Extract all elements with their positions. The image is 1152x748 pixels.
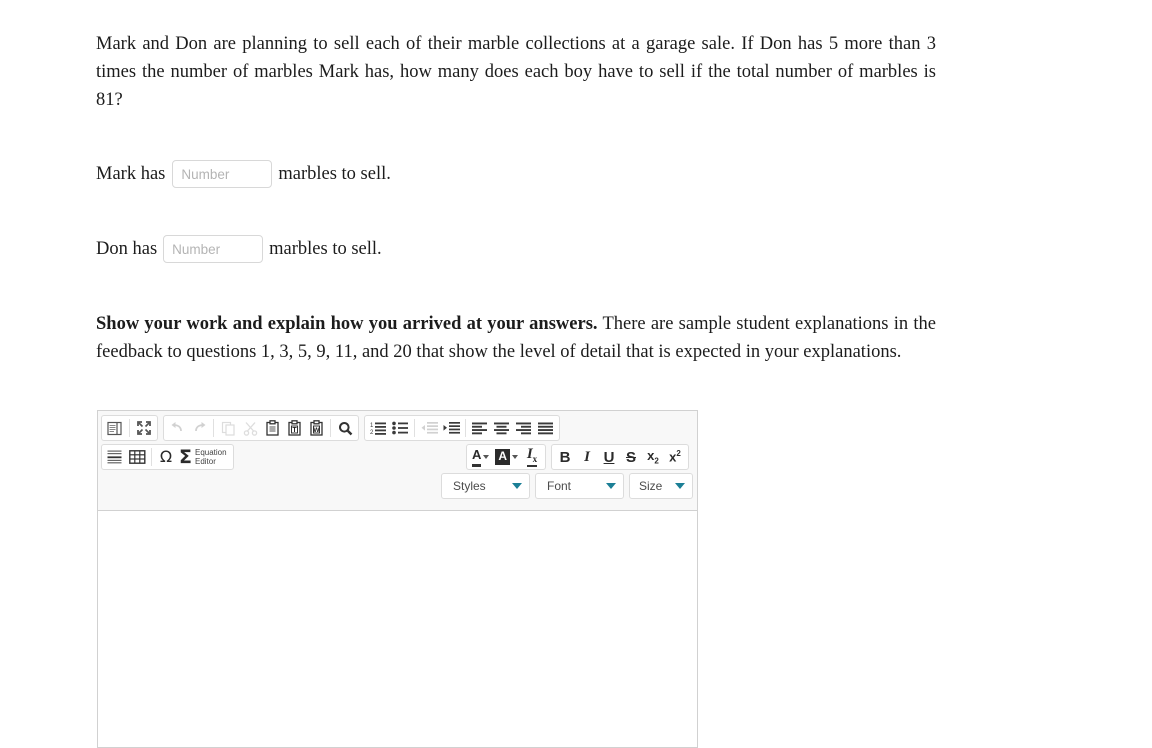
background-color-glyph: A	[495, 449, 510, 465]
paste-word-icon[interactable]: W	[305, 417, 327, 439]
toolbar-group-insert: Ω Σ Equation Editor	[101, 444, 234, 470]
subscript-glyph: x2	[647, 447, 659, 466]
toolbar-group-paragraph: 1 2	[364, 415, 560, 441]
question-prompt: Mark and Don are planning to sell each o…	[96, 34, 936, 110]
equation-editor-label: Equation Editor	[194, 448, 227, 466]
svg-text:T: T	[292, 427, 297, 434]
toolbar-separator	[330, 419, 331, 437]
answer-label-don-after: marbles to sell.	[269, 239, 382, 259]
chevron-down-icon	[512, 455, 518, 459]
bulleted-list-icon[interactable]	[389, 417, 411, 439]
redo-icon[interactable]	[188, 417, 210, 439]
toolbar-row-3: Styles Font Size	[101, 473, 694, 499]
source-icon[interactable]	[104, 417, 126, 439]
don-number-input[interactable]	[163, 235, 264, 263]
undo-icon[interactable]	[166, 417, 188, 439]
toolbar-group-document	[101, 415, 158, 441]
toolbar-separator	[129, 419, 130, 437]
answer-row-don: Don has marbles to sell.	[96, 235, 936, 263]
styles-select-label: Styles	[453, 479, 486, 493]
toolbar-separator	[213, 419, 214, 437]
size-select[interactable]: Size	[629, 473, 693, 499]
rich-text-editor: T W 1 2 Ω Σ Equation Editor A A Ix B I U…	[97, 410, 698, 748]
align-right-icon[interactable]	[513, 417, 535, 439]
chevron-down-icon	[675, 483, 685, 489]
bold-glyph: B	[559, 448, 571, 466]
table-icon[interactable]	[126, 446, 148, 468]
toolbar-row-2: Ω Σ Equation Editor A A Ix B I U S x2 x2	[101, 444, 694, 470]
assessment-page: Mark and Don are planning to sell each o…	[0, 0, 1152, 748]
svg-text:W: W	[313, 427, 320, 434]
copy-icon[interactable]	[217, 417, 239, 439]
mark-number-input[interactable]	[172, 160, 273, 188]
cut-icon[interactable]	[239, 417, 261, 439]
omega-glyph: Ω	[159, 447, 173, 466]
align-center-icon[interactable]	[491, 417, 513, 439]
find-icon[interactable]	[334, 417, 356, 439]
numbered-list-icon[interactable]: 1 2	[367, 417, 389, 439]
toolbar-group-color: A A Ix	[465, 444, 546, 470]
horizontal-rule-icon[interactable]	[104, 446, 126, 468]
underline-glyph: U	[603, 448, 615, 466]
indent-icon[interactable]	[440, 417, 462, 439]
question-content: Mark and Don are planning to sell each o…	[96, 30, 936, 366]
maximize-icon[interactable]	[133, 417, 155, 439]
editor-toolbar: T W 1 2 Ω Σ Equation Editor A A Ix B I U…	[98, 411, 697, 511]
text-color-icon[interactable]: A	[469, 446, 492, 468]
font-select-label: Font	[547, 479, 572, 493]
paste-icon[interactable]	[261, 417, 283, 439]
remove-format-icon[interactable]: Ix	[521, 446, 543, 468]
underline-icon[interactable]: U	[598, 446, 620, 468]
toolbar-group-clipboard: T W	[163, 415, 359, 441]
sigma-icon: Σ	[179, 445, 192, 468]
align-left-icon[interactable]	[469, 417, 491, 439]
answer-label-mark-before: Mark has	[96, 164, 166, 184]
chevron-down-icon	[512, 483, 522, 489]
background-color-icon[interactable]: A	[492, 446, 521, 468]
align-justify-icon[interactable]	[535, 417, 557, 439]
subscript-icon[interactable]: x2	[642, 446, 664, 468]
special-char-icon[interactable]: Ω	[155, 446, 177, 468]
strikethrough-glyph: S	[625, 448, 636, 466]
strikethrough-icon[interactable]: S	[620, 446, 642, 468]
superscript-glyph: x2	[669, 449, 681, 465]
chevron-down-icon	[483, 455, 490, 459]
size-select-label: Size	[639, 479, 663, 493]
outdent-icon[interactable]	[418, 417, 440, 439]
paste-text-icon[interactable]: T	[283, 417, 305, 439]
font-select[interactable]: Font	[535, 473, 624, 499]
toolbar-separator	[465, 419, 466, 437]
svg-text:1: 1	[370, 423, 374, 429]
editor-content-area[interactable]	[98, 511, 697, 747]
styles-select[interactable]: Styles	[441, 473, 530, 499]
text-color-glyph: A	[471, 448, 482, 467]
italic-glyph: I	[584, 448, 590, 465]
answer-row-mark: Mark has marbles to sell.	[96, 160, 936, 188]
equation-editor-button[interactable]: Σ Equation Editor	[177, 446, 231, 468]
answer-label-mark-after: marbles to sell.	[278, 164, 391, 184]
toolbar-separator	[414, 419, 415, 437]
remove-format-glyph: Ix	[526, 446, 538, 468]
instruction-bold: Show your work and explain how you arriv…	[96, 314, 598, 334]
italic-icon[interactable]: I	[576, 446, 598, 468]
toolbar-group-basic-styles: B I U S x2 x2	[551, 444, 689, 470]
bold-icon[interactable]: B	[554, 446, 576, 468]
answer-label-don-before: Don has	[96, 239, 158, 259]
toolbar-separator	[151, 448, 152, 466]
svg-text:2: 2	[370, 430, 374, 435]
toolbar-row-1: T W 1 2	[101, 415, 694, 441]
chevron-down-icon	[606, 483, 616, 489]
instruction-paragraph: Show your work and explain how you arriv…	[96, 310, 936, 366]
superscript-icon[interactable]: x2	[664, 446, 686, 468]
